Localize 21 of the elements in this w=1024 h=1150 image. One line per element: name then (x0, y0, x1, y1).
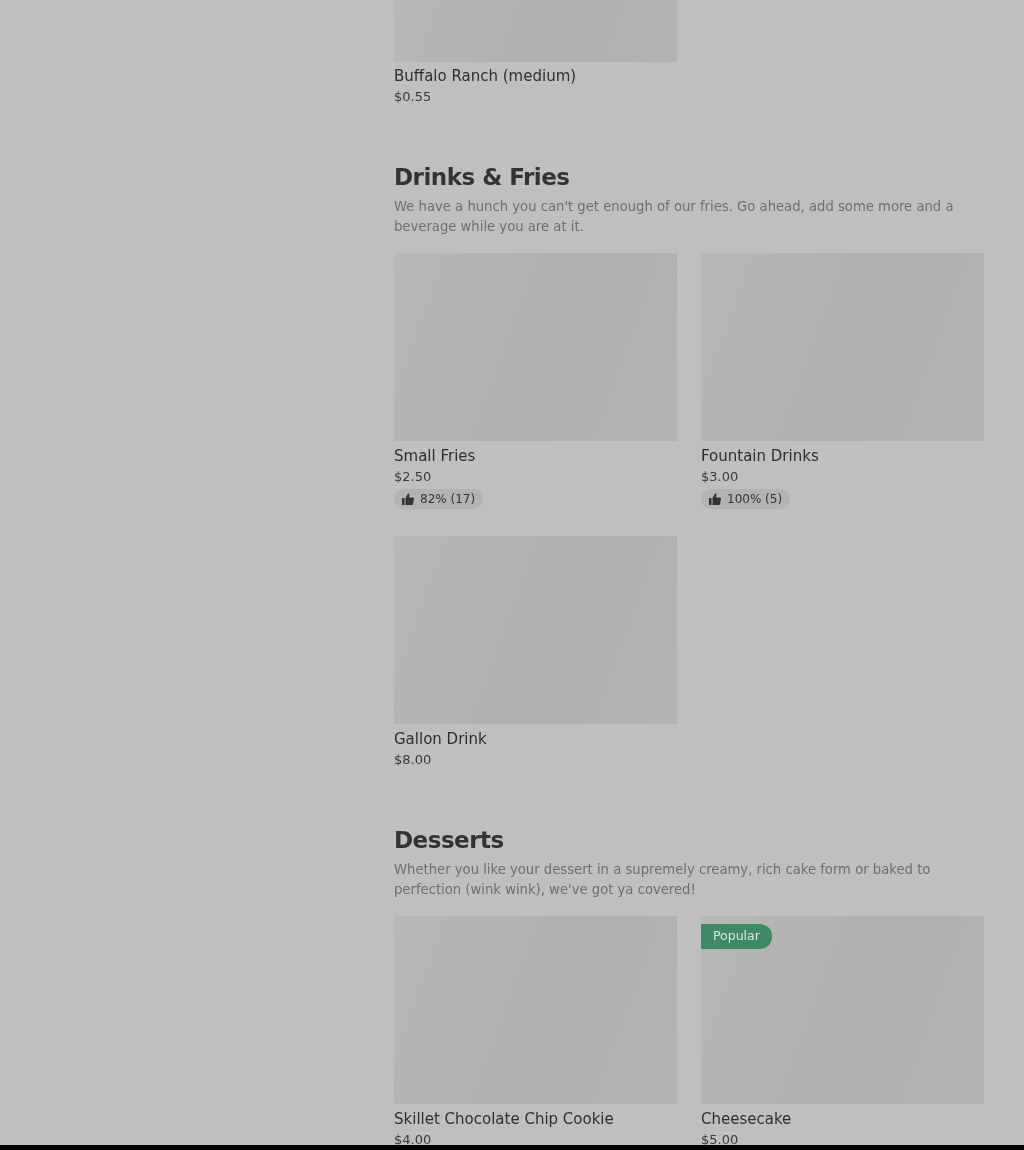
section-description: We have a hunch you can't get enough of our fries. Go ahead, add some more and a beverage while you are at it. (394, 198, 955, 236)
thumbs-up-icon (402, 493, 414, 505)
item-name: Fountain Drinks (701, 446, 820, 467)
item-name: Skillet Chocolate Chip Cookie (394, 1109, 615, 1130)
item-name: Buffalo Ranch (medium) (394, 66, 578, 87)
item-price: $5.00 (701, 1131, 740, 1145)
thumbs-up-icon (709, 493, 721, 505)
popular-badge: Popular (701, 924, 772, 949)
item-name: Small Fries (394, 446, 477, 467)
section-description: Whether you like your dessert in a supremely creamy, rich cake form or baked to perfection (wink wink), we've got ya covered! (394, 861, 932, 899)
item-name: Cheesecake (701, 1109, 793, 1130)
item-price: $3.00 (701, 468, 740, 486)
section-title: Drinks & Fries (394, 163, 571, 192)
item-name: Gallon Drink (394, 729, 488, 750)
item-price: $8.00 (394, 751, 433, 769)
section-title: Desserts (394, 826, 505, 855)
item-price: $4.00 (394, 1131, 433, 1145)
rating-text: 100% (5) (727, 491, 783, 508)
item-price: $0.55 (394, 88, 433, 106)
item-price: $2.50 (394, 468, 433, 486)
rating-text: 82% (17) (420, 491, 476, 508)
